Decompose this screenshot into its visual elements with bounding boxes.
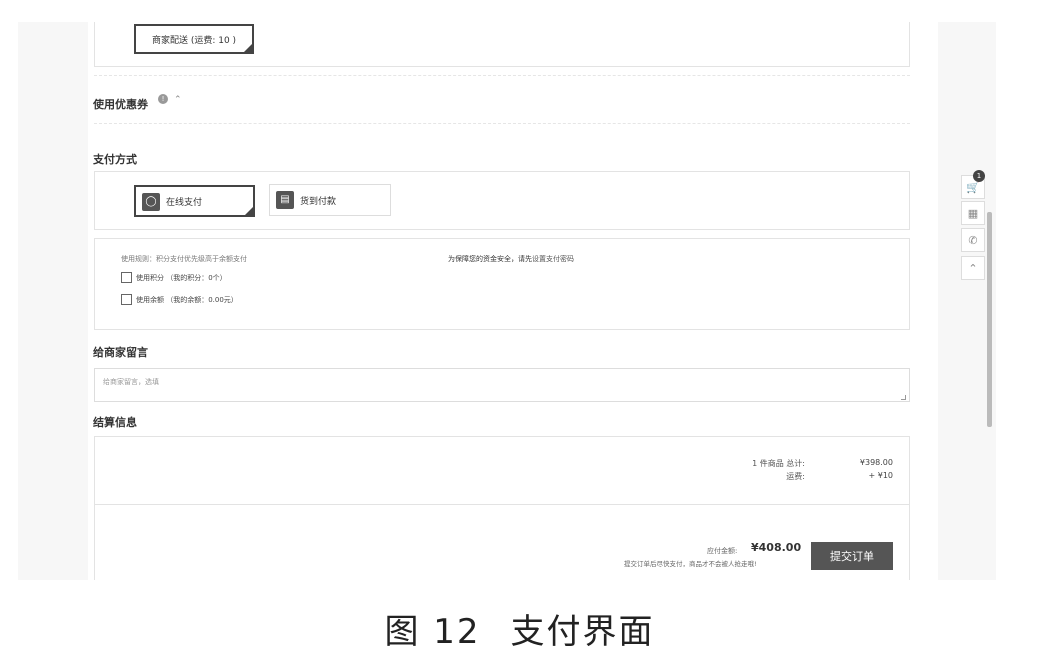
selected-corner-icon — [245, 207, 253, 215]
qrcode-icon: ▦ — [967, 206, 979, 220]
use-balance-label: 使用余额 （我的余额：0.00元） — [136, 295, 238, 304]
use-points-row[interactable]: 使用积分 （我的积分：0个） — [121, 272, 227, 283]
browser-viewport: 商家配送 (运费: 10 ) 使用优惠券 ! ⌃ 支付方式 ◯ 在线支付 ▤ 货… — [18, 22, 996, 580]
figure-title: 支付界面 — [510, 612, 655, 652]
figure-number: 图 12 — [384, 612, 481, 652]
selected-corner-icon — [244, 44, 252, 52]
use-balance-checkbox[interactable] — [121, 294, 132, 305]
use-balance-row[interactable]: 使用余额 （我的余额：0.00元） — [121, 294, 238, 305]
payable-amount: ¥408.00 — [751, 541, 802, 554]
payable-label: 应付金额: — [707, 547, 738, 555]
shipping-option-label: 商家配送 (运费: 10 ) — [151, 35, 237, 46]
merchant-message-input[interactable]: 给商家留言，选填 — [94, 368, 910, 402]
payment-rules-text: 使用规则：积分支付优先级高于余额支付 — [121, 255, 247, 263]
submit-hint: 提交订单后尽快支付，商品才不会被人抢走哦! — [624, 560, 757, 568]
use-points-label: 使用积分 （我的积分：0个） — [136, 273, 227, 282]
submit-order-button[interactable]: 提交订单 — [811, 542, 893, 570]
goods-total-label: 1 件商品 总计: — [752, 459, 805, 468]
divider — [94, 123, 910, 124]
chevron-up-icon: ⌃ — [968, 261, 978, 275]
pay-method-cod[interactable]: ▤ 货到付款 — [269, 184, 391, 216]
chevron-up-icon[interactable]: ⌃ — [174, 95, 182, 105]
coupon-title: 使用优惠券 — [93, 98, 148, 111]
payment-security-notice: 为保障您的资金安全，请先设置支付密码 — [448, 254, 574, 264]
truck-icon: ▤ — [276, 191, 294, 209]
use-points-checkbox[interactable] — [121, 272, 132, 283]
pay-method-online[interactable]: ◯ 在线支付 — [134, 185, 255, 217]
divider — [94, 75, 910, 76]
payment-title: 支付方式 — [93, 153, 137, 166]
shipping-option-merchant[interactable]: 商家配送 (运费: 10 ) — [134, 24, 254, 54]
cart-badge: 1 — [973, 170, 985, 182]
qrcode-tool[interactable]: ▦ — [961, 201, 985, 225]
figure-caption: 图 12 支付界面 — [0, 604, 1039, 653]
message-title: 给商家留言 — [93, 346, 148, 359]
goods-total-value: ¥398.00 — [859, 458, 893, 467]
online-pay-icon: ◯ — [142, 193, 160, 211]
set-password-link[interactable]: 设置支付密码 — [532, 255, 574, 263]
settlement-title: 结算信息 — [93, 416, 137, 429]
pay-method-label: 在线支付 — [166, 197, 203, 208]
phone-icon: ✆ — [968, 233, 978, 247]
security-text: 为保障您的资金安全，请先 — [448, 255, 532, 263]
resize-handle-icon[interactable] — [901, 395, 906, 400]
shipping-fee-value: + ¥10 — [868, 471, 893, 480]
back-to-top-tool[interactable]: ⌃ — [961, 256, 985, 280]
cart-icon: 🛒 — [966, 180, 980, 194]
scrollbar-thumb[interactable] — [987, 212, 992, 427]
pay-method-label: 货到付款 — [300, 196, 337, 207]
phone-tool[interactable]: ✆ — [961, 228, 985, 252]
info-icon[interactable]: ! — [158, 94, 168, 104]
payment-options-box — [94, 238, 910, 330]
shipping-fee-label: 运费: — [786, 472, 805, 481]
